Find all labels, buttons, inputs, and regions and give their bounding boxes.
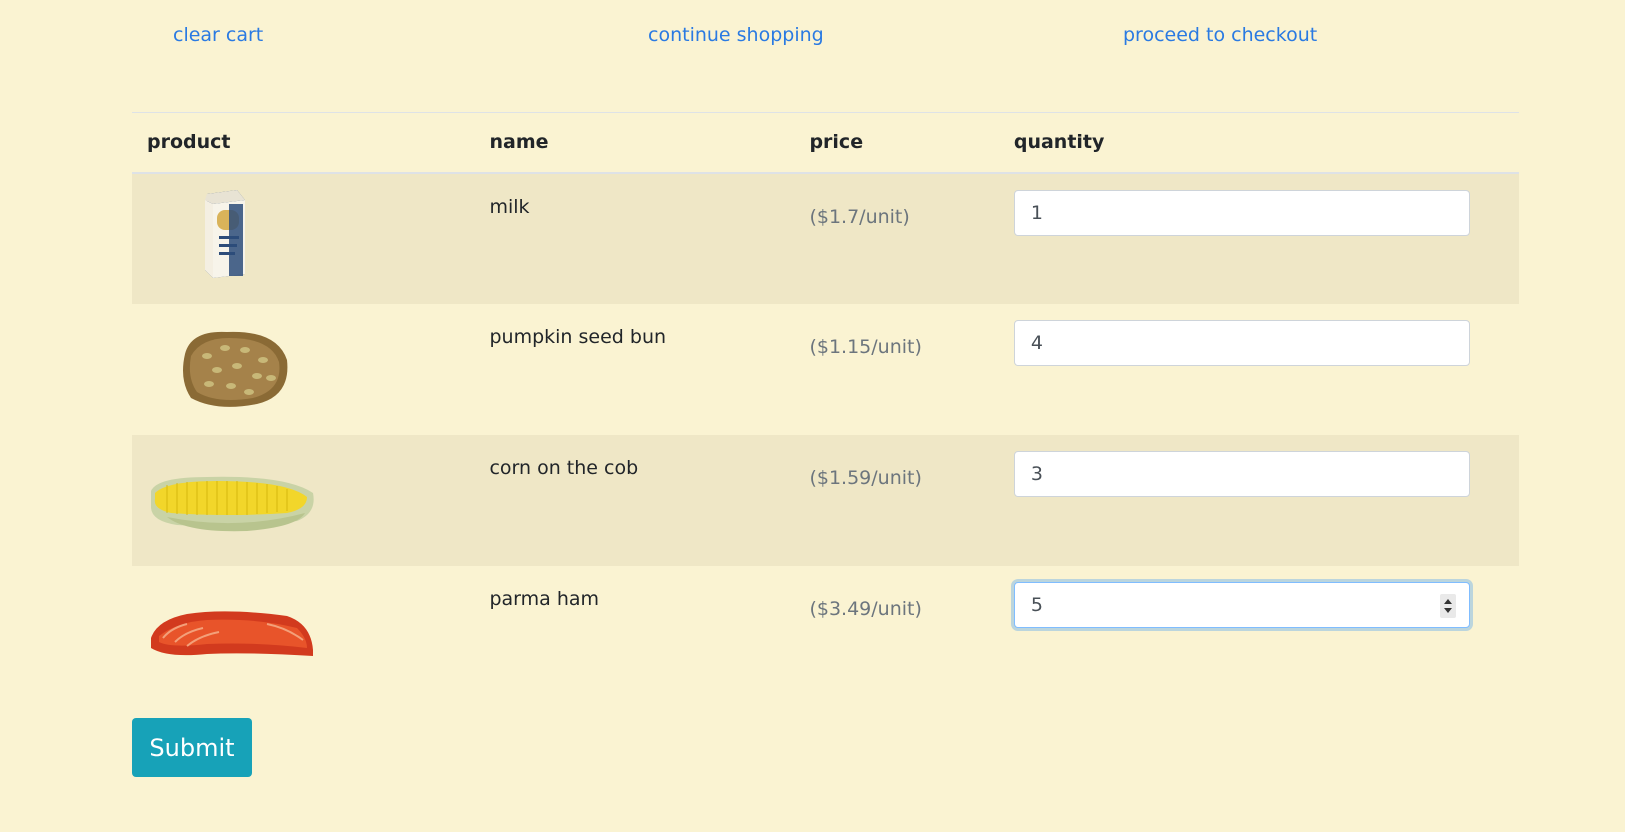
corn-cob-image bbox=[151, 476, 314, 531]
cart-table-wrapper: product name price quantity milk ($1.7/u… bbox=[132, 112, 1519, 697]
header-product: product bbox=[132, 112, 475, 174]
product-name: parma ham bbox=[489, 587, 600, 610]
table-row: milk ($1.7/unit) bbox=[132, 172, 1519, 304]
clear-cart-link[interactable]: clear cart bbox=[173, 24, 263, 46]
header-price: price bbox=[794, 112, 999, 174]
cart-table: product name price quantity milk ($1.7/u… bbox=[132, 112, 1519, 697]
price-cell: ($1.7/unit) bbox=[794, 173, 998, 304]
name-cell: corn on the cob bbox=[474, 435, 794, 566]
product-name: milk bbox=[489, 195, 530, 218]
quantity-input[interactable] bbox=[1013, 319, 1470, 366]
name-cell: pumpkin seed bun bbox=[474, 304, 794, 435]
cart-nav: clear cart continue shopping proceed to … bbox=[0, 24, 1625, 54]
table-row: pumpkin seed bun ($1.15/unit) bbox=[132, 304, 1519, 435]
product-price: ($3.49/unit) bbox=[809, 597, 922, 620]
cart-table-header: product name price quantity bbox=[132, 112, 1519, 174]
increment-arrow-icon[interactable] bbox=[1443, 598, 1452, 604]
number-spinner[interactable] bbox=[1439, 593, 1456, 618]
table-row: corn on the cob ($1.59/unit) bbox=[132, 434, 1519, 566]
product-cell bbox=[132, 304, 474, 435]
quantity-cell bbox=[999, 566, 1519, 697]
name-cell: parma ham bbox=[474, 566, 794, 697]
quantity-cell bbox=[999, 435, 1519, 566]
product-name: corn on the cob bbox=[489, 456, 639, 479]
product-cell bbox=[132, 566, 474, 697]
product-price: ($1.7/unit) bbox=[809, 205, 910, 228]
product-price: ($1.59/unit) bbox=[809, 466, 922, 489]
milk-carton-image bbox=[205, 189, 245, 278]
product-cell bbox=[132, 435, 474, 566]
quantity-cell bbox=[999, 304, 1519, 435]
product-price: ($1.15/unit) bbox=[809, 335, 922, 358]
quantity-cell bbox=[999, 173, 1519, 304]
quantity-input[interactable] bbox=[1013, 450, 1470, 497]
submit-button[interactable]: Submit bbox=[132, 718, 252, 777]
name-cell: milk bbox=[474, 173, 794, 304]
parma-ham-image bbox=[151, 610, 313, 656]
header-quantity: quantity bbox=[998, 112, 1519, 174]
quantity-input[interactable] bbox=[1013, 189, 1470, 236]
decrement-arrow-icon[interactable] bbox=[1443, 607, 1452, 613]
header-row: product name price quantity bbox=[132, 112, 1519, 174]
price-cell: ($1.15/unit) bbox=[794, 304, 998, 435]
cart-table-body: milk ($1.7/unit) 1 pumpkin seed bun ($1.… bbox=[132, 172, 1519, 697]
price-cell: ($1.59/unit) bbox=[794, 435, 998, 566]
header-name: name bbox=[474, 112, 795, 174]
continue-shopping-link[interactable]: continue shopping bbox=[648, 24, 824, 46]
quantity-input[interactable] bbox=[1013, 581, 1470, 628]
product-cell bbox=[132, 173, 474, 304]
product-name: pumpkin seed bun bbox=[489, 325, 667, 348]
price-cell: ($3.49/unit) bbox=[794, 566, 998, 697]
quantity-stepper bbox=[1013, 566, 1470, 628]
pumpkin-seed-bun-image bbox=[183, 331, 288, 407]
proceed-to-checkout-link[interactable]: proceed to checkout bbox=[1123, 24, 1317, 46]
table-row: parma ham ($3.49/unit) bbox=[132, 566, 1519, 697]
